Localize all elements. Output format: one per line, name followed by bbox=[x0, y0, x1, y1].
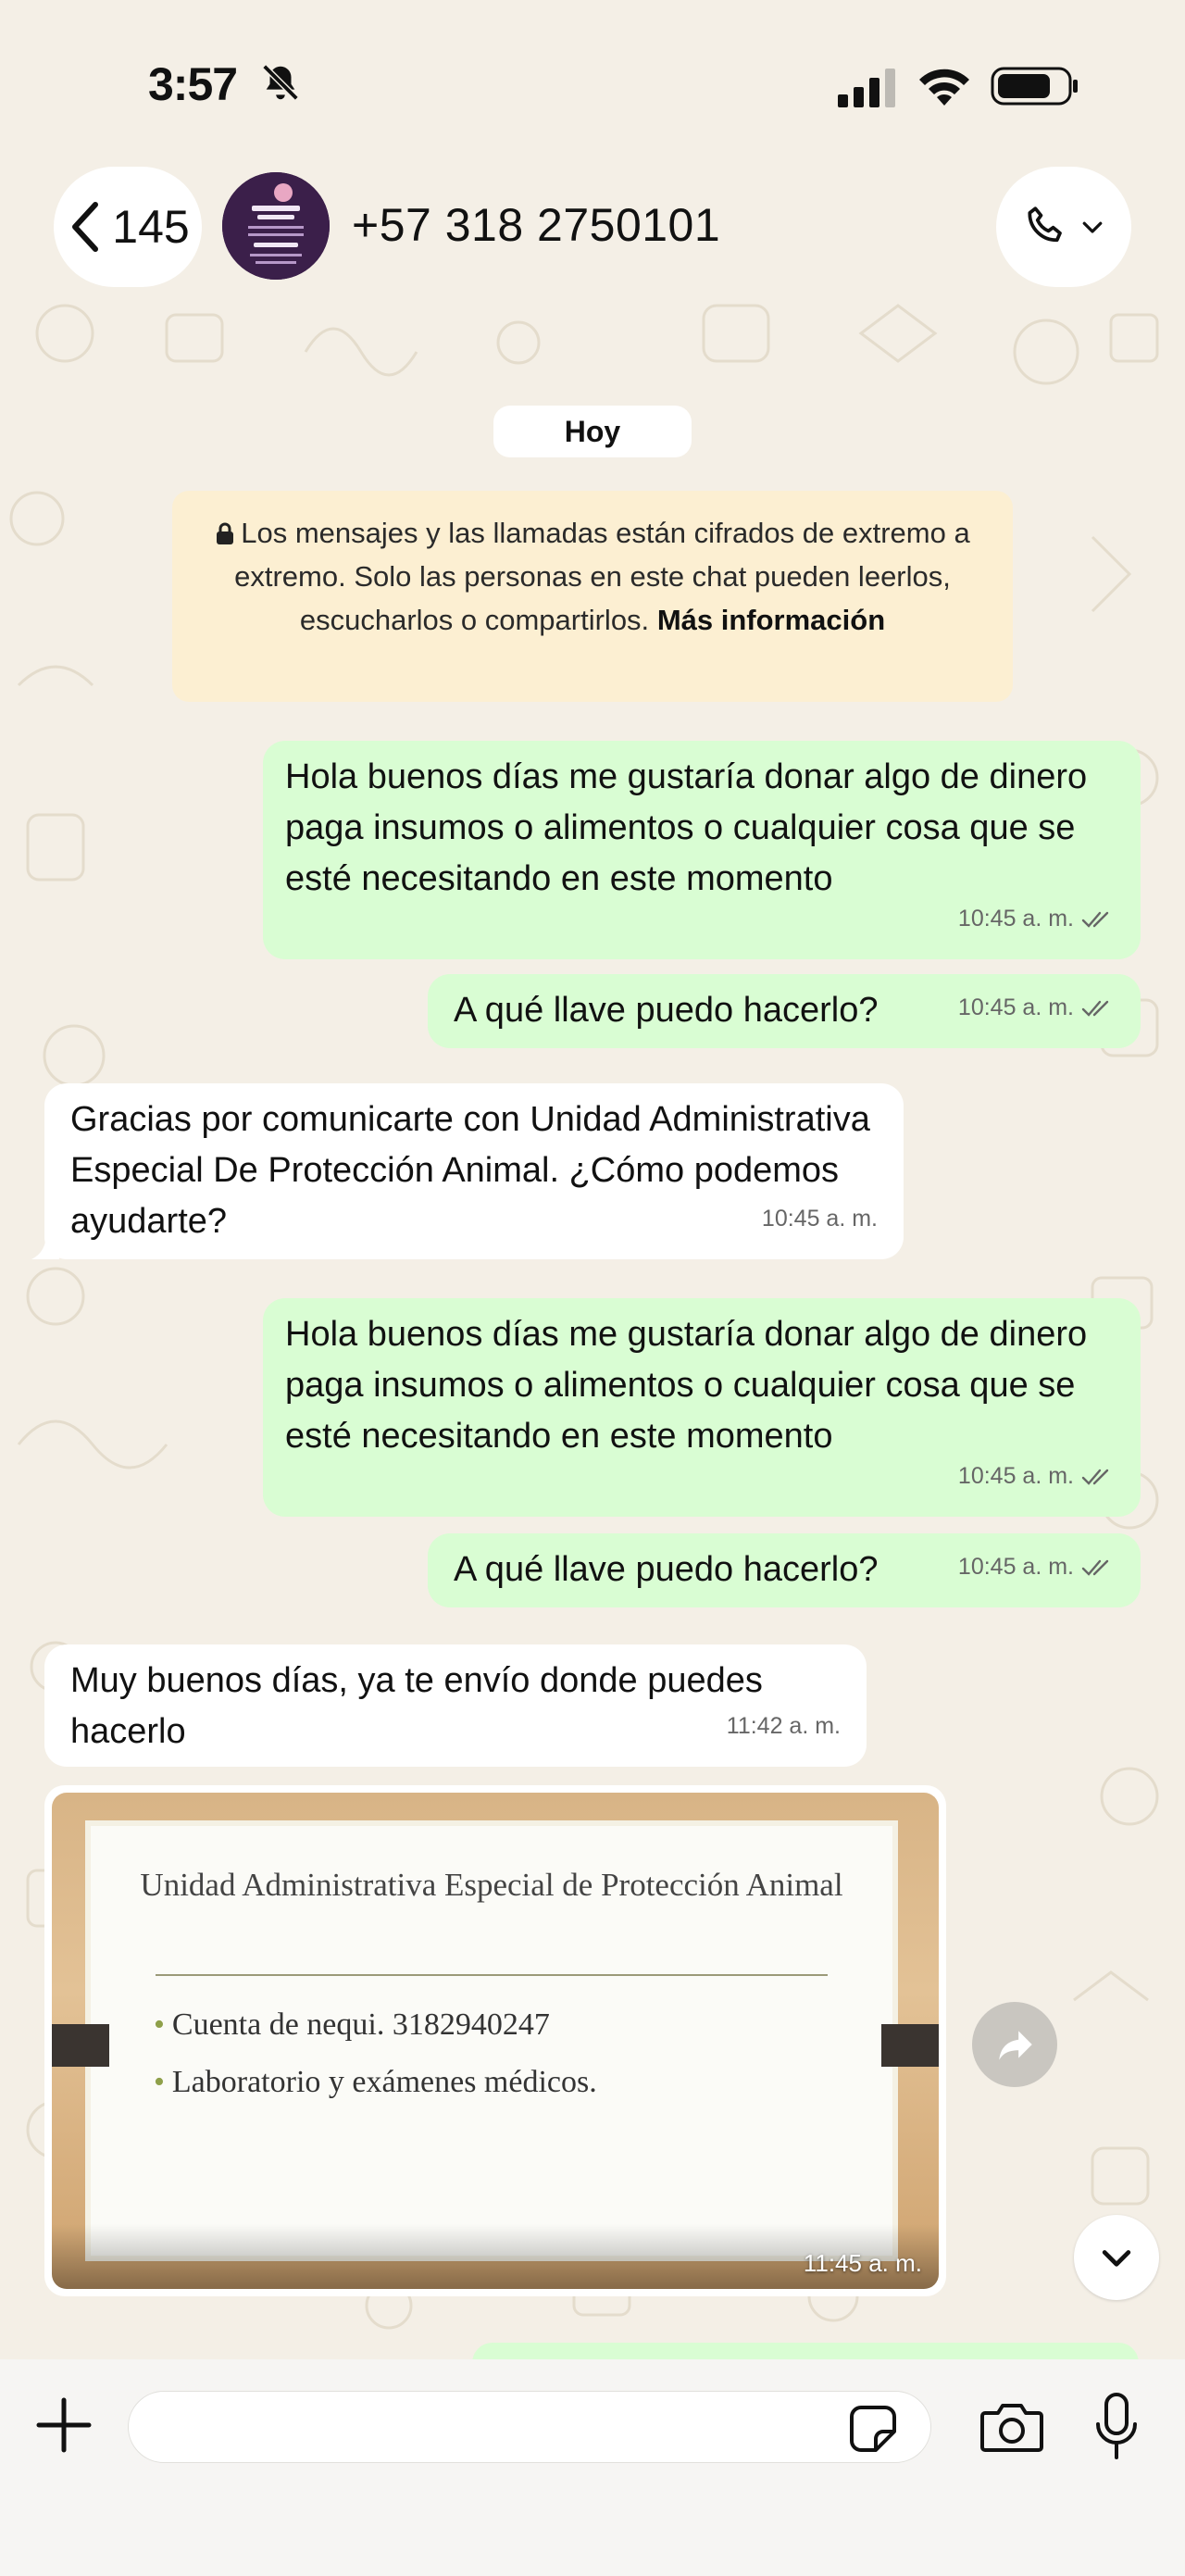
status-time: 3:57 bbox=[148, 58, 238, 110]
unread-count: 145 bbox=[112, 201, 190, 253]
message-time: 10:45 a. m. bbox=[761, 1206, 878, 1232]
message-meta: 10:45 a. m. bbox=[762, 1194, 878, 1244]
image-list-item: • Cuenta de nequi. 3182940247 bbox=[154, 2007, 550, 2042]
board-clip-right bbox=[881, 2024, 939, 2067]
forward-button[interactable] bbox=[972, 2002, 1057, 2087]
image-divider bbox=[156, 1974, 828, 1976]
lock-icon bbox=[217, 522, 234, 544]
image-thumbnail[interactable]: Unidad Administrativa Especial de Protec… bbox=[52, 1793, 939, 2289]
message-bubble-outgoing[interactable]: Hola buenos días me gustaría donar algo … bbox=[263, 741, 1141, 959]
message-bubble-outgoing[interactable]: Hola buenos días me gustaría donar algo … bbox=[263, 1298, 1141, 1517]
message-meta: 11:42 a. m. bbox=[727, 1701, 841, 1752]
image-message[interactable]: Unidad Administrativa Especial de Protec… bbox=[44, 1785, 946, 2296]
call-button[interactable] bbox=[996, 167, 1131, 287]
message-text: Hola buenos días me gustaría donar algo … bbox=[285, 1315, 1088, 1456]
message-input[interactable] bbox=[128, 2391, 931, 2463]
bubble-tail bbox=[31, 1233, 59, 1259]
phone-icon bbox=[1028, 206, 1062, 243]
message-bubble-outgoing[interactable]: A qué llave puedo hacerlo? 10:45 a. m. bbox=[428, 1533, 1141, 1607]
more-info-link[interactable]: Más información bbox=[657, 604, 885, 636]
scroll-to-bottom-button[interactable] bbox=[1074, 2215, 1159, 2300]
message-bubble-incoming[interactable]: Muy buenos días, ya te envío donde puede… bbox=[44, 1644, 867, 1767]
message-bubble-outgoing[interactable]: A qué llave puedo hacerlo? 10:45 a. m. bbox=[428, 974, 1141, 1048]
message-meta: 10:45 a. m. bbox=[958, 894, 1115, 944]
message-time: 11:45 a. m. bbox=[803, 2249, 922, 2277]
read-ticks-icon bbox=[1081, 911, 1109, 928]
read-ticks-icon bbox=[1081, 1000, 1109, 1017]
message-bubble-incoming[interactable]: Gracias por comunicarte con Unidad Admin… bbox=[31, 1083, 904, 1259]
chevron-down-icon bbox=[1082, 221, 1103, 233]
chevron-left-icon bbox=[72, 202, 99, 252]
message-time: 10:45 a. m. bbox=[957, 1463, 1074, 1489]
read-ticks-icon bbox=[1081, 1469, 1109, 1485]
bell-muted-icon bbox=[262, 64, 299, 101]
encryption-notice[interactable]: Los mensajes y las llamadas están cifrad… bbox=[172, 491, 1013, 702]
cellular-signal-icon bbox=[838, 69, 895, 107]
sticker-icon[interactable] bbox=[848, 2404, 898, 2454]
message-text: Hola buenos días me gustaría donar algo … bbox=[285, 757, 1088, 898]
message-meta: 10:45 a. m. bbox=[958, 982, 1115, 1033]
contact-name[interactable]: +57 318 2750101 bbox=[352, 198, 720, 252]
microphone-icon[interactable] bbox=[1094, 2391, 1139, 2463]
message-time: 10:45 a. m. bbox=[957, 906, 1074, 932]
camera-icon[interactable] bbox=[979, 2400, 1044, 2454]
date-separator: Hoy bbox=[493, 406, 692, 457]
forward-icon bbox=[999, 2031, 1032, 2060]
image-title: Unidad Administrativa Especial de Protec… bbox=[140, 1867, 843, 1903]
chevron-down-icon bbox=[1102, 2250, 1131, 2267]
message-meta: 10:45 a. m. bbox=[958, 1542, 1115, 1593]
wifi-icon bbox=[919, 69, 969, 106]
battery-icon bbox=[991, 67, 1078, 106]
message-text: Gracias por comunicarte con Unidad Admin… bbox=[70, 1100, 870, 1241]
read-ticks-icon bbox=[1081, 1559, 1109, 1576]
contact-avatar[interactable] bbox=[222, 172, 330, 280]
message-time: 10:45 a. m. bbox=[957, 994, 1074, 1020]
board-clip-left bbox=[52, 2024, 109, 2067]
image-whiteboard: Unidad Administrativa Especial de Protec… bbox=[91, 1826, 892, 2256]
avatar-image bbox=[222, 172, 330, 280]
message-meta: 10:45 a. m. bbox=[958, 1451, 1115, 1502]
back-button[interactable]: 145 bbox=[54, 167, 202, 287]
plus-icon[interactable] bbox=[31, 2393, 96, 2457]
image-list-item: • Laboratorio y exámenes médicos. bbox=[154, 2065, 597, 2099]
message-time: 11:42 a. m. bbox=[726, 1713, 841, 1739]
message-time: 10:45 a. m. bbox=[957, 1554, 1074, 1580]
